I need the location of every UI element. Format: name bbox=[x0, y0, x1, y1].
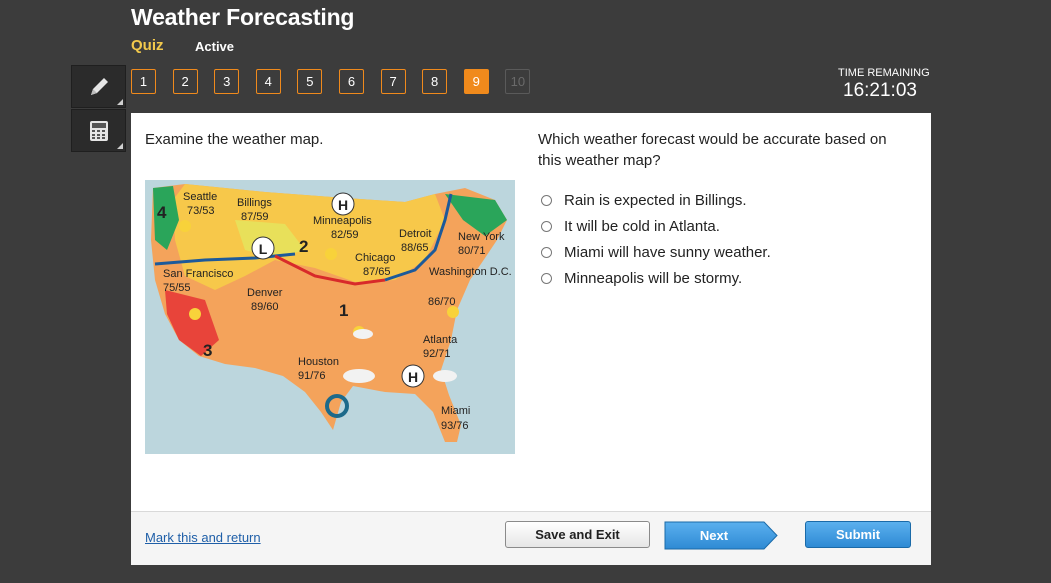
map-prompt: Examine the weather map. bbox=[145, 131, 324, 148]
calculator-icon bbox=[89, 120, 108, 141]
city-houston: Houston bbox=[298, 356, 339, 368]
weather-map: H L H 4 2 1 3 Seattle 73/53 Billings 87/… bbox=[145, 180, 515, 454]
high-pressure-symbol: H bbox=[401, 364, 425, 388]
radio-button[interactable] bbox=[541, 194, 552, 206]
zone-label: 3 bbox=[203, 341, 212, 360]
city-atlanta: Atlanta bbox=[423, 334, 458, 346]
radio-button[interactable] bbox=[541, 246, 552, 258]
city-new-york: New York bbox=[458, 231, 505, 243]
svg-text:H: H bbox=[338, 197, 348, 213]
pencil-icon bbox=[90, 77, 108, 95]
question-button-2[interactable]: 2 bbox=[172, 69, 198, 94]
city-san-francisco: San Francisco bbox=[163, 268, 233, 280]
temp-washington: 86/70 bbox=[428, 296, 456, 308]
svg-text:H: H bbox=[408, 369, 418, 385]
question-button-6[interactable]: 6 bbox=[338, 69, 364, 94]
temp-seattle: 73/53 bbox=[187, 205, 215, 217]
answer-choice[interactable]: Minneapolis will be stormy. bbox=[541, 265, 771, 291]
low-pressure-symbol: L bbox=[251, 236, 275, 260]
next-button-label: Next bbox=[699, 528, 729, 543]
temp-billings: 87/59 bbox=[241, 211, 269, 223]
page-title: Weather Forecasting bbox=[131, 4, 355, 30]
temp-detroit: 88/65 bbox=[401, 242, 429, 254]
city-chicago: Chicago bbox=[355, 252, 395, 264]
zone-label: 1 bbox=[339, 301, 348, 320]
choice-label: It will be cold in Atlanta. bbox=[564, 217, 720, 235]
temp-chicago: 87/65 bbox=[363, 266, 391, 278]
pencil-tool-button[interactable] bbox=[71, 65, 126, 108]
city-minneapolis: Minneapolis bbox=[313, 215, 372, 227]
city-billings: Billings bbox=[237, 197, 272, 209]
question-button-3[interactable]: 3 bbox=[214, 69, 240, 94]
question-button-9[interactable]: 9 bbox=[463, 69, 489, 94]
answer-choice[interactable]: It will be cold in Atlanta. bbox=[541, 213, 771, 239]
question-button-1[interactable]: 1 bbox=[131, 69, 156, 94]
question-text: Which weather forecast would be accurate… bbox=[538, 131, 887, 169]
radio-button[interactable] bbox=[541, 220, 552, 232]
next-button[interactable]: Next bbox=[664, 521, 778, 550]
zone-label: 4 bbox=[157, 203, 167, 222]
choice-label: Rain is expected in Billings. bbox=[564, 191, 747, 209]
tool-corner bbox=[117, 143, 123, 149]
temp-new-york: 80/71 bbox=[458, 245, 486, 257]
svg-text:L: L bbox=[259, 241, 268, 257]
temp-san-francisco: 75/55 bbox=[163, 282, 191, 294]
mark-and-return-link[interactable]: Mark this and return bbox=[145, 530, 261, 545]
question-button-4[interactable]: 4 bbox=[255, 69, 281, 94]
answer-choice[interactable]: Miami will have sunny weather. bbox=[541, 239, 771, 265]
question-button-7[interactable]: 7 bbox=[380, 69, 406, 94]
timer-label: TIME REMAINING bbox=[838, 67, 930, 79]
choice-label: Miami will have sunny weather. bbox=[564, 243, 771, 261]
timer-value: 16:21:03 bbox=[843, 80, 917, 101]
question-button-5[interactable]: 5 bbox=[297, 69, 323, 94]
radio-button[interactable] bbox=[541, 272, 552, 284]
question-footer: Mark this and return Save and Exit Next … bbox=[131, 511, 931, 565]
city-miami: Miami bbox=[441, 405, 470, 417]
submit-button[interactable]: Submit bbox=[805, 521, 911, 548]
save-and-exit-button[interactable]: Save and Exit bbox=[505, 521, 650, 548]
answer-choice[interactable]: Rain is expected in Billings. bbox=[541, 187, 771, 213]
quiz-label: Quiz bbox=[131, 37, 164, 54]
city-washington: Washington D.C. bbox=[429, 266, 512, 278]
city-seattle: Seattle bbox=[183, 191, 217, 203]
question-panel: Examine the weather map. H L H 4 2 1 3 S… bbox=[131, 113, 931, 565]
tool-corner bbox=[117, 99, 123, 105]
city-denver: Denver bbox=[247, 287, 283, 299]
temp-minneapolis: 82/59 bbox=[331, 229, 359, 241]
answer-choices: Rain is expected in Billings. It will be… bbox=[541, 187, 771, 291]
city-detroit: Detroit bbox=[399, 228, 431, 240]
status-label: Active bbox=[195, 39, 235, 54]
temp-atlanta: 92/71 bbox=[423, 348, 451, 360]
calculator-tool-button[interactable] bbox=[71, 109, 126, 152]
temp-houston: 91/76 bbox=[298, 370, 326, 382]
high-pressure-symbol: H bbox=[331, 192, 355, 216]
temp-miami: 93/76 bbox=[441, 420, 469, 432]
choice-label: Minneapolis will be stormy. bbox=[564, 269, 743, 287]
question-button-8[interactable]: 8 bbox=[422, 69, 448, 94]
zone-label: 2 bbox=[299, 237, 308, 256]
question-button-10: 10 bbox=[505, 69, 531, 94]
temp-denver: 89/60 bbox=[251, 301, 279, 313]
question-navigation: 1 2 3 4 5 6 7 8 9 10 bbox=[131, 69, 547, 94]
